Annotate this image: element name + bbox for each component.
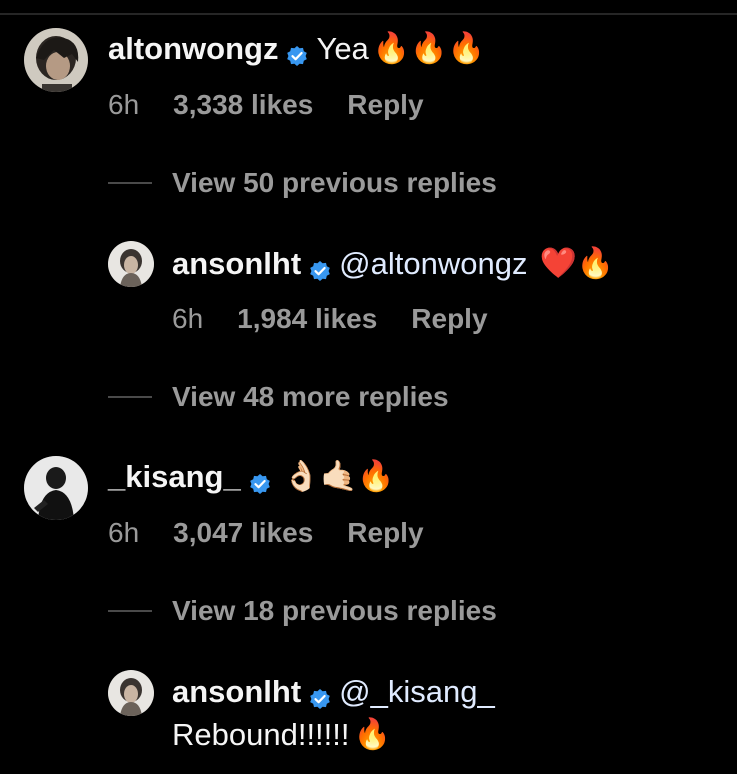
comment-header: altonwongz Yea 🔥🔥🔥: [108, 30, 485, 68]
comment-text: Yea: [316, 31, 369, 66]
view-previous-replies[interactable]: View 18 previous replies: [108, 594, 497, 628]
divider-line: [108, 182, 152, 184]
view-previous-replies[interactable]: View 50 previous replies: [108, 166, 497, 200]
ok-hand-emoji-icon: 👌🏻🤙🏻🔥: [282, 460, 395, 493]
verified-badge-icon: [286, 38, 308, 66]
username[interactable]: anson​lht: [172, 245, 301, 283]
timestamp: 6h: [108, 517, 140, 548]
reply-button[interactable]: Reply: [347, 516, 423, 550]
reply-text-line: Rebound!!!!!! 🔥: [172, 716, 391, 754]
reply-meta: 6h 1,984 likes Reply: [172, 302, 488, 336]
username[interactable]: _kisang_: [108, 458, 241, 496]
top-divider: [0, 13, 737, 15]
likes-count[interactable]: 3,338 likes: [173, 88, 313, 122]
divider-line: [108, 610, 152, 612]
reply-text: Rebound!!!!!!: [172, 717, 350, 752]
divider-line: [108, 396, 152, 398]
reply-header: anson​lht @_kisang_: [172, 673, 495, 711]
timestamp: 6h: [172, 303, 204, 334]
comment-meta: 6h 3,338 likes Reply: [108, 88, 424, 122]
fire-emoji-icon: 🔥🔥🔥: [372, 32, 485, 65]
view-replies-label[interactable]: View 50 previous replies: [172, 166, 497, 200]
reply-button[interactable]: Reply: [347, 88, 423, 122]
heart-fire-emoji-icon: ❤️🔥: [539, 247, 615, 280]
reply-header: anson​lht @altonwongz ❤️🔥: [172, 245, 614, 283]
avatar-ansonlht[interactable]: [108, 670, 154, 716]
verified-badge-icon: [309, 681, 331, 709]
mention-link[interactable]: @altonwongz: [339, 245, 527, 283]
username[interactable]: altonwongz: [108, 30, 278, 68]
view-replies-label[interactable]: View 18 previous replies: [172, 594, 497, 628]
avatar-kisang[interactable]: [24, 456, 88, 520]
mention-link[interactable]: @_kisang_: [339, 673, 495, 711]
view-more-label[interactable]: View 48 more replies: [172, 380, 449, 414]
reply-button[interactable]: Reply: [411, 302, 487, 336]
comment-header: _kisang_ 👌🏻🤙🏻🔥: [108, 458, 395, 496]
comment-meta: 6h 3,047 likes Reply: [108, 516, 424, 550]
timestamp: 6h: [108, 89, 140, 120]
avatar-ansonlht[interactable]: [108, 241, 154, 287]
view-more-replies[interactable]: View 48 more replies: [108, 380, 449, 414]
fire-emoji-icon: 🔥: [353, 718, 391, 751]
likes-count[interactable]: 3,047 likes: [173, 516, 313, 550]
verified-badge-icon: [309, 253, 331, 281]
avatar-altonwongz[interactable]: [24, 28, 88, 92]
likes-count[interactable]: 1,984 likes: [237, 302, 377, 336]
verified-badge-icon: [249, 466, 271, 494]
username[interactable]: anson​lht: [172, 673, 301, 711]
